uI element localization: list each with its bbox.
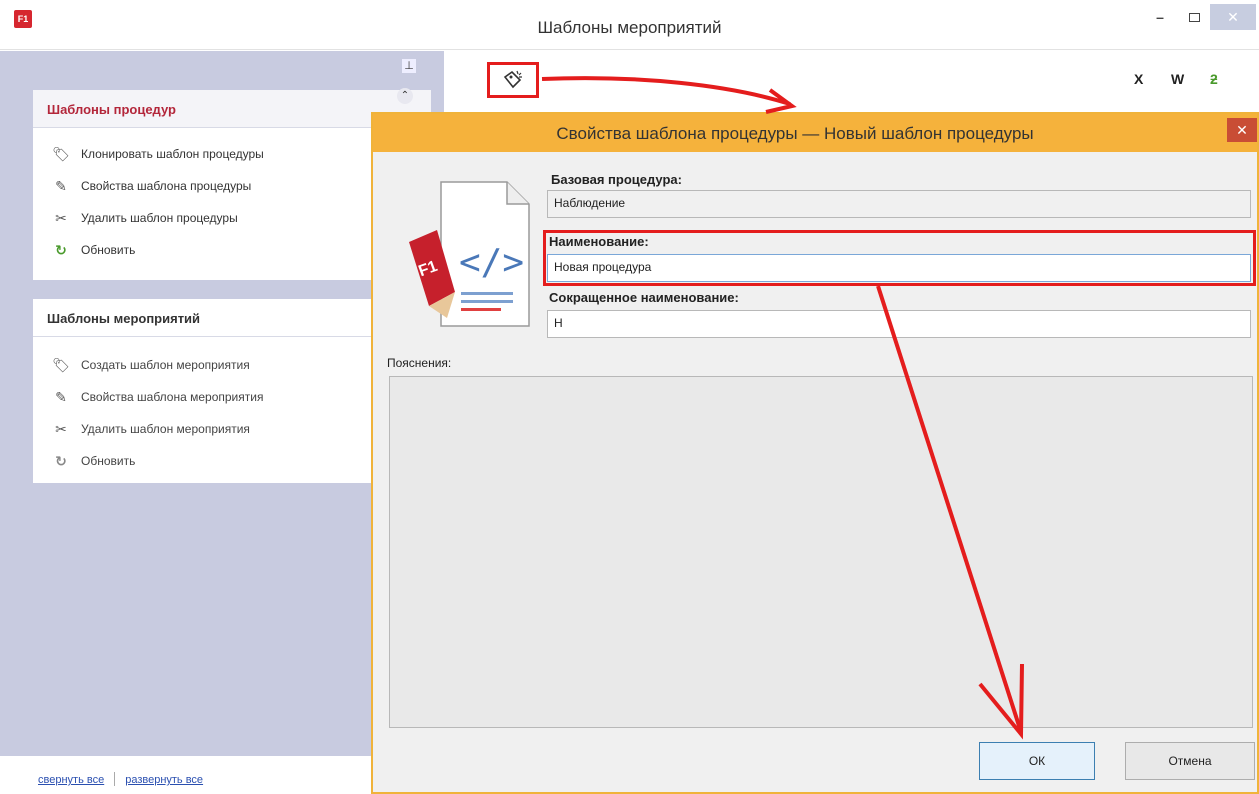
window-titlebar: F1 Шаблоны мероприятий – ✕ xyxy=(0,0,1259,50)
task-label: Создать шаблон мероприятия xyxy=(81,358,250,372)
dialog-close-button[interactable]: ✕ xyxy=(1227,118,1257,142)
task-label: Удалить шаблон процедуры xyxy=(81,211,238,225)
name-field[interactable]: Новая процедура xyxy=(547,254,1251,282)
maximize-icon xyxy=(1188,13,1200,22)
template-document-icon: </> F1 xyxy=(409,181,530,327)
task-label: Обновить xyxy=(81,243,136,257)
refresh-icon: ↻ xyxy=(55,452,67,469)
minimize-button[interactable]: – xyxy=(1142,4,1178,30)
delete-icon: ✂ xyxy=(55,209,67,226)
delete-icon: ✂ xyxy=(55,420,67,437)
export-word-button[interactable]: W xyxy=(1171,71,1184,87)
new-template-button[interactable] xyxy=(487,62,539,98)
short-name-label: Сокращенное наименование: xyxy=(549,290,739,305)
collapse-group-icon[interactable]: ⌃ xyxy=(397,88,413,104)
notes-label: Пояснения: xyxy=(387,356,452,370)
export-excel-button[interactable]: X xyxy=(1134,71,1143,87)
svg-text:</>: </> xyxy=(459,242,524,283)
collapse-all-link[interactable]: свернуть все xyxy=(38,774,104,786)
expand-all-link[interactable]: развернуть все xyxy=(125,774,203,786)
task-label: Свойства шаблона мероприятия xyxy=(81,390,264,404)
properties-icon: ✎ xyxy=(55,177,67,194)
notes-textarea[interactable] xyxy=(389,376,1253,728)
dialog-title: Свойства шаблона процедуры — Новый шабло… xyxy=(556,124,1034,143)
name-label: Наименование: xyxy=(549,234,649,249)
group-title: Шаблоны процедур xyxy=(47,102,176,117)
refresh-icon: ↻ xyxy=(55,241,67,258)
task-label: Обновить xyxy=(81,454,136,468)
task-label: Удалить шаблон мероприятия xyxy=(81,422,250,436)
short-name-field[interactable]: Н xyxy=(547,310,1251,338)
ok-button[interactable]: ОК xyxy=(979,742,1095,780)
maximize-button[interactable] xyxy=(1176,4,1212,30)
close-button[interactable]: ✕ xyxy=(1210,4,1256,30)
properties-icon: ✎ xyxy=(55,388,67,405)
task-label: Свойства шаблона процедуры xyxy=(81,179,252,193)
dialog-titlebar: Свойства шаблона процедуры — Новый шабло… xyxy=(373,114,1257,152)
group-title: Шаблоны мероприятий xyxy=(47,311,201,326)
create-icon: 🏷 xyxy=(52,356,70,373)
cancel-button[interactable]: Отмена xyxy=(1125,742,1255,780)
window-title: Шаблоны мероприятий xyxy=(537,18,722,37)
base-procedure-label: Базовая процедура: xyxy=(551,172,682,187)
pin-icon[interactable]: ⊥ xyxy=(402,59,416,73)
task-label: Клонировать шаблон процедуры xyxy=(81,147,264,161)
base-procedure-field: Наблюдение xyxy=(547,190,1251,218)
main-toolbar: X W ƻ xyxy=(445,51,1259,111)
clone-icon: 🏷 xyxy=(52,145,70,162)
procedure-template-properties-dialog: Свойства шаблона процедуры — Новый шабло… xyxy=(371,112,1259,794)
tag-add-icon xyxy=(503,70,522,89)
divider xyxy=(114,772,116,786)
refresh-button[interactable]: ƻ xyxy=(1210,71,1218,87)
